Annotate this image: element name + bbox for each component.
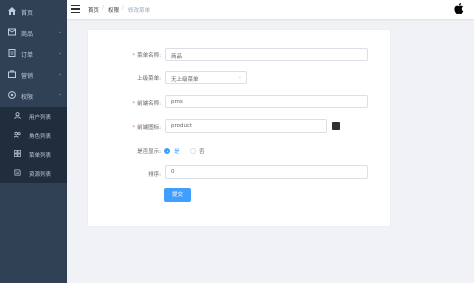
show-yes-label[interactable]: 是	[174, 147, 180, 155]
submenu-item-label: 用户列表	[29, 115, 52, 121]
breadcrumb-separator: /	[102, 5, 104, 11]
menu-icon	[14, 150, 21, 157]
user-icon	[14, 112, 21, 119]
show-no-label[interactable]: 否	[199, 147, 205, 155]
sidebar: 首页 商品 ⌄ 订单 ⌄ 营销 ⌄ 权限 ⌄ 用户列表 角色列表 菜单列表 资源…	[0, 0, 67, 283]
apple-logo-icon[interactable]	[454, 3, 464, 14]
sidebar-item-label: 订单	[21, 52, 34, 59]
resource-icon	[14, 169, 21, 176]
home-icon	[8, 7, 16, 15]
show-label: 是否显示:	[137, 149, 161, 155]
hamburger-icon[interactable]	[71, 5, 80, 13]
sidebar-item-marketing[interactable]: 营销 ⌄	[0, 64, 67, 85]
chevron-down-icon: ⌄	[58, 29, 63, 35]
submit-button[interactable]: 提交	[164, 188, 191, 202]
submenu-item-resources[interactable]: 资源列表	[0, 164, 67, 183]
sidebar-item-home[interactable]: 首页	[0, 1, 67, 22]
sidebar-item-product[interactable]: 商品 ⌄	[0, 22, 67, 43]
product-preview-icon[interactable]	[332, 122, 340, 135]
frontname-label: * 前端名称:	[132, 101, 161, 107]
chevron-down-icon: ⌄	[58, 71, 63, 77]
submenu-item-menus[interactable]: 菜单列表	[0, 145, 67, 164]
show-yes-radio[interactable]	[164, 148, 170, 154]
permission-submenu: 用户列表 角色列表 菜单列表 资源列表	[0, 107, 67, 183]
sidebar-item-order[interactable]: 订单 ⌄	[0, 43, 67, 64]
submenu-item-users[interactable]: 用户列表	[0, 107, 67, 126]
sidebar-item-label: 营销	[21, 73, 34, 80]
fronticon-input[interactable]: product	[165, 119, 327, 133]
chevron-down-icon: ⌄	[237, 74, 242, 80]
submenu-item-label: 角色列表	[29, 134, 52, 140]
breadcrumb-item-current: 修改菜单	[128, 8, 151, 14]
submenu-item-roles[interactable]: 角色列表	[0, 126, 67, 145]
parent-select-value: 无上级菜单	[171, 77, 199, 83]
chevron-up-icon: ⌄	[58, 92, 63, 98]
order-icon	[8, 49, 16, 57]
frontname-input[interactable]: pms	[165, 95, 368, 108]
edit-menu-form: * 菜单名称: 商品 上级菜单: 无上级菜单 ⌄ * 前端名称: pms * 前端图标…	[87, 29, 391, 227]
product-icon	[8, 28, 16, 36]
sort-label: 排序:	[148, 172, 161, 178]
marketing-icon	[8, 70, 16, 78]
parent-select[interactable]: 无上级菜单 ⌄	[165, 71, 247, 84]
breadcrumb-item-permission[interactable]: 权限	[108, 6, 119, 14]
role-icon	[14, 131, 21, 138]
breadcrumb-separator: /	[122, 5, 124, 11]
sort-input[interactable]: 0	[165, 165, 368, 179]
parent-label: 上级菜单:	[137, 76, 161, 82]
top-navbar: 首页 / 权限 / 修改菜单	[67, 0, 474, 19]
submenu-item-label: 资源列表	[29, 172, 52, 178]
sidebar-item-label: 权限	[21, 94, 34, 101]
title-label: * 菜单名称:	[132, 53, 161, 59]
breadcrumb-item-home[interactable]: 首页	[88, 6, 99, 14]
sidebar-item-label: 商品	[21, 31, 34, 38]
sidebar-item-label: 首页	[21, 10, 34, 17]
envelope-icon	[333, 131, 339, 135]
chevron-down-icon: ⌄	[58, 50, 63, 56]
submenu-item-label: 菜单列表	[29, 153, 52, 159]
permission-icon	[8, 91, 16, 99]
title-input[interactable]: 商品	[165, 48, 368, 61]
sidebar-item-permission[interactable]: 权限 ⌄	[0, 85, 67, 106]
show-no-radio[interactable]	[190, 148, 196, 154]
fronticon-label: * 前端图标:	[132, 125, 161, 131]
